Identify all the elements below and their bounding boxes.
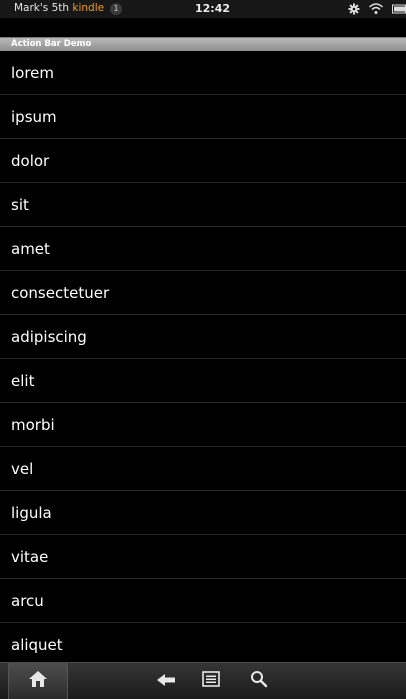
device-name-prefix: Mark's 5th xyxy=(14,2,73,14)
list[interactable]: lorem ipsum dolor sit amet consectetuer … xyxy=(0,51,406,662)
battery-icon xyxy=(392,2,406,16)
status-bar: Mark's 5th kindle 1 12:42 xyxy=(0,0,406,18)
list-item[interactable]: sit xyxy=(0,183,406,227)
list-item[interactable]: ligula xyxy=(0,491,406,535)
clock: 12:42 xyxy=(195,2,231,15)
navigation-bar xyxy=(0,662,406,699)
list-item[interactable]: vel xyxy=(0,447,406,491)
back-icon xyxy=(156,672,176,691)
wifi-icon[interactable] xyxy=(368,2,384,16)
list-item[interactable]: dolor xyxy=(0,139,406,183)
list-item[interactable]: consectetuer xyxy=(0,271,406,315)
list-item[interactable]: vitae xyxy=(0,535,406,579)
gear-icon[interactable] xyxy=(348,2,360,16)
list-item[interactable]: arcu xyxy=(0,579,406,623)
menu-icon xyxy=(202,671,220,691)
back-button[interactable] xyxy=(152,663,180,699)
home-button[interactable] xyxy=(8,663,68,699)
notification-badge[interactable]: 1 xyxy=(110,3,122,15)
search-icon xyxy=(250,670,268,692)
action-bar: Action Bar Demo xyxy=(0,37,406,51)
list-item[interactable]: aliquet xyxy=(0,623,406,662)
list-item[interactable]: adipiscing xyxy=(0,315,406,359)
device-name-brand: kindle xyxy=(72,2,105,14)
list-item[interactable]: amet xyxy=(0,227,406,271)
status-icons xyxy=(346,2,406,16)
home-icon xyxy=(27,669,49,693)
list-item[interactable]: elit xyxy=(0,359,406,403)
list-item[interactable]: lorem xyxy=(0,51,406,95)
list-item[interactable]: morbi xyxy=(0,403,406,447)
action-bar-title: Action Bar Demo xyxy=(11,39,92,49)
list-item[interactable]: ipsum xyxy=(0,95,406,139)
menu-button[interactable] xyxy=(198,663,224,699)
search-button[interactable] xyxy=(246,663,272,699)
device-name: Mark's 5th kindle xyxy=(14,2,104,14)
